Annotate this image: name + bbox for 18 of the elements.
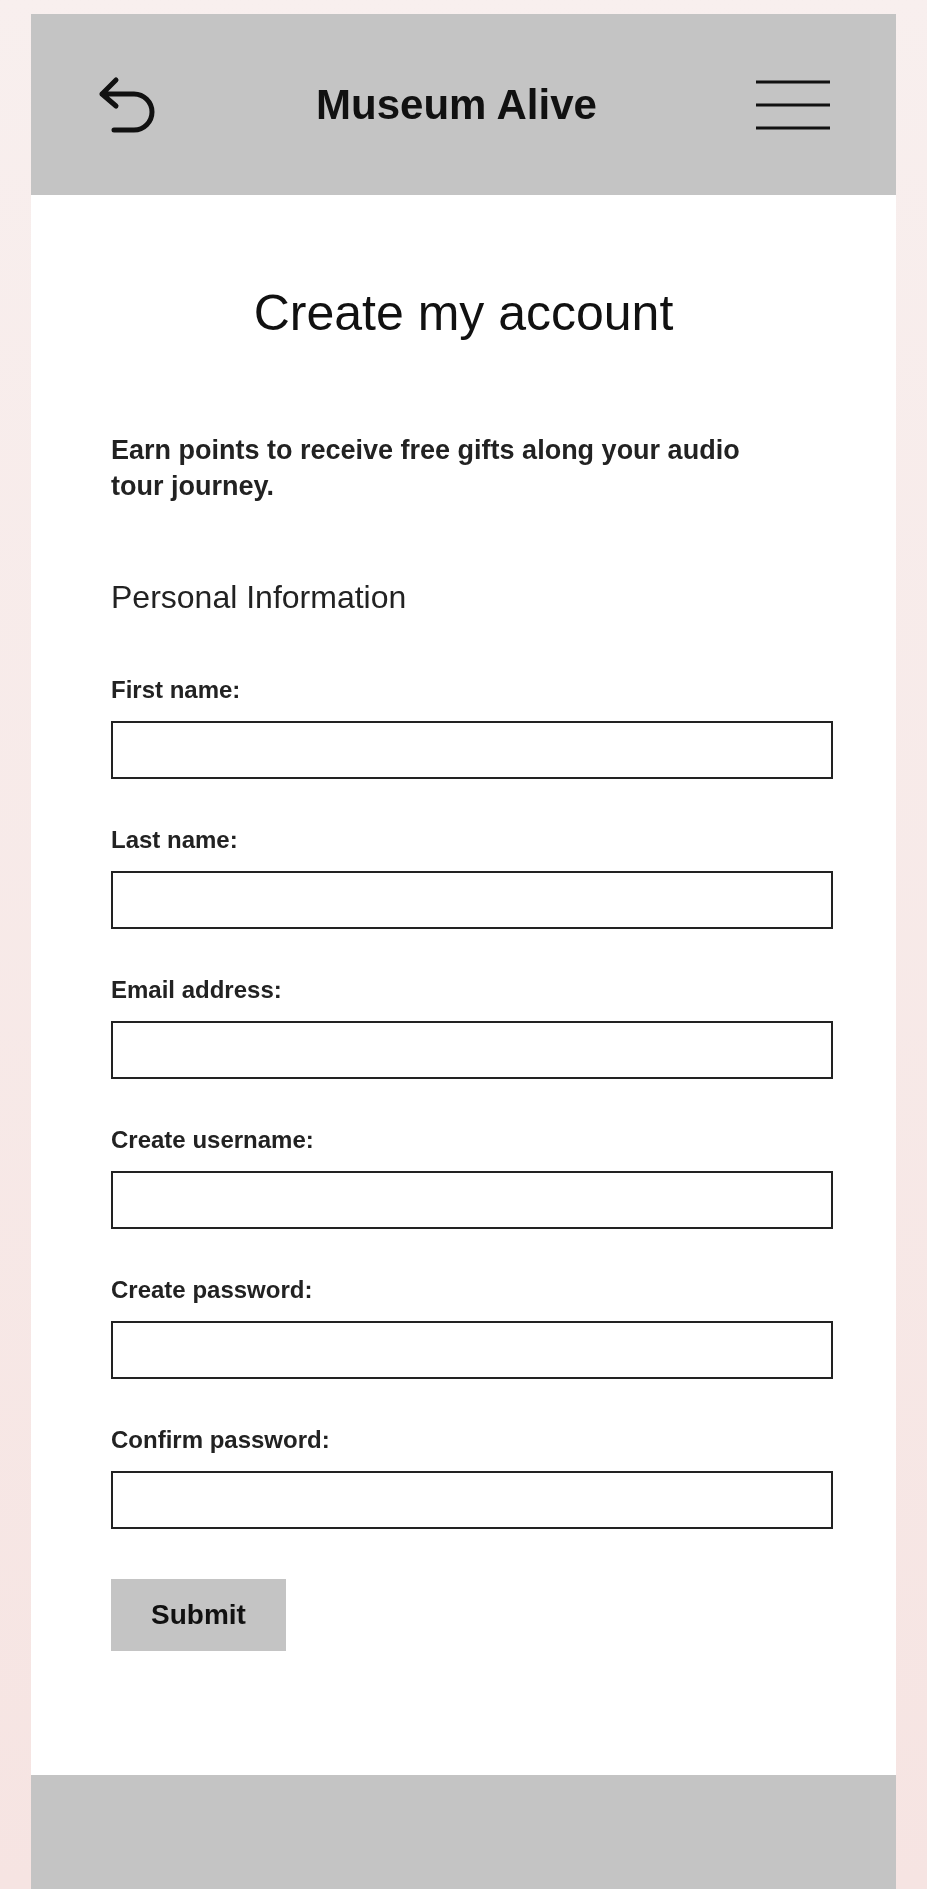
app-title: Museum Alive bbox=[316, 80, 597, 130]
input-field[interactable] bbox=[111, 871, 833, 929]
intro-text: Earn points to receive free gifts along your audio tour journey. bbox=[111, 434, 741, 503]
input-field[interactable] bbox=[111, 1021, 833, 1079]
submit-button[interactable]: Submit bbox=[111, 1579, 286, 1651]
page-title: Create my account bbox=[252, 284, 675, 343]
field-label: Email address: bbox=[111, 975, 283, 1005]
input-field[interactable] bbox=[111, 721, 833, 779]
input-field[interactable] bbox=[111, 1171, 833, 1229]
input-field[interactable] bbox=[111, 1321, 833, 1379]
section-heading: Personal Information bbox=[111, 578, 408, 617]
field-label: Confirm password: bbox=[111, 1425, 331, 1455]
field-label: Last name: bbox=[111, 825, 239, 855]
field-label: Create password: bbox=[111, 1275, 314, 1305]
menu-icon bbox=[756, 78, 830, 131]
input-field[interactable] bbox=[111, 1471, 833, 1529]
field-label: Create username: bbox=[111, 1125, 315, 1155]
field-label: First name: bbox=[111, 675, 242, 705]
